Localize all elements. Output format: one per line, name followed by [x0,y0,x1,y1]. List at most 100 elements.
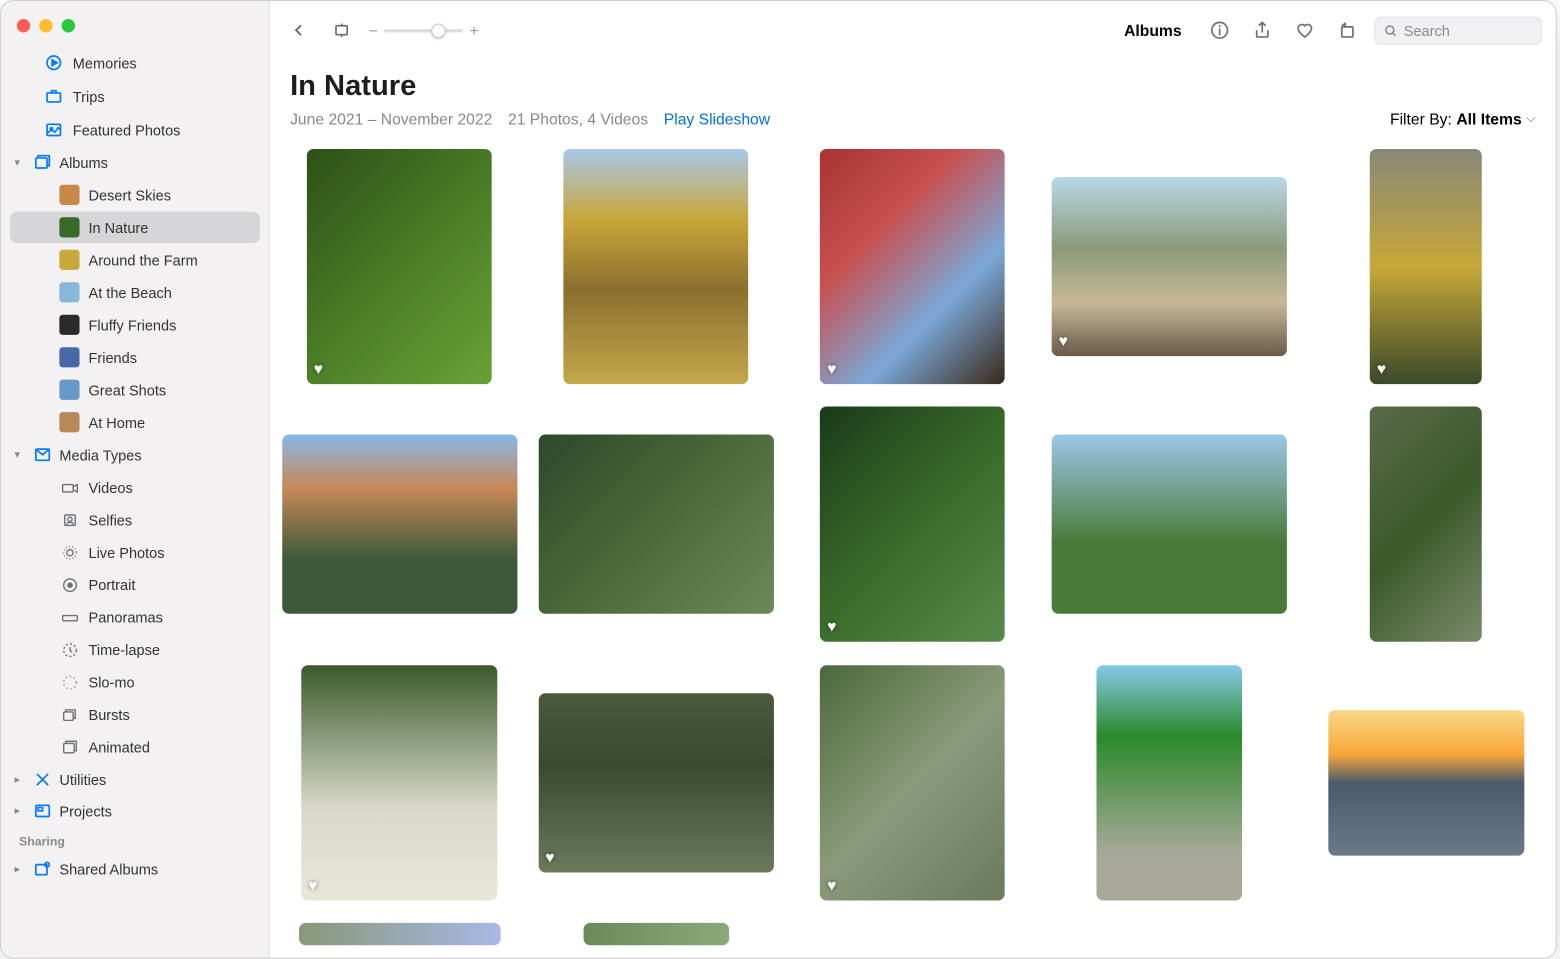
photo-thumbnail [299,923,501,945]
photo-thumbnail [1328,710,1524,856]
tools-icon [32,769,52,789]
favorite-icon: ♥ [827,360,836,378]
filter-dropdown[interactable]: Filter By: All Items ⌵ [1390,110,1536,128]
sidebar-label: Time-lapse [88,641,159,658]
sidebar-album-friends[interactable]: Friends [10,342,260,373]
sidebar-item-featured[interactable]: Featured Photos [10,114,260,145]
sidebar-media-live-photos[interactable]: Live Photos [10,536,260,567]
photo-icon [44,120,64,140]
sidebar-media-slo-mo[interactable]: Slo-mo [10,666,260,697]
photo-cell[interactable] [538,435,773,614]
favorite-button[interactable] [1289,15,1320,46]
zoom-button[interactable] [62,19,75,32]
sidebar-album-in-nature[interactable]: In Nature [10,212,260,243]
sidebar-label: Desert Skies [88,186,171,203]
sidebar-media-animated[interactable]: Animated [10,731,260,762]
sidebar-album-at-the-beach[interactable]: At the Beach [10,277,260,308]
sidebar-label: Portrait [88,576,135,593]
photo-cell[interactable]: ♥ [820,665,1005,900]
sidebar-item-trips[interactable]: Trips [10,81,260,112]
info-button[interactable] [1204,15,1235,46]
sidebar-item-memories[interactable]: Memories [10,47,260,78]
photo-cell[interactable] [1370,407,1482,642]
photo-cell[interactable]: ♥ [1370,149,1482,384]
sidebar-label: Selfies [88,511,132,528]
sidebar-group-media-types[interactable]: ▾ Media Types [1,439,269,470]
search-input[interactable] [1404,22,1532,39]
photo-thumbnail [1097,665,1243,900]
album-thumb [59,185,79,205]
photo-cell[interactable]: ♥ [1052,177,1287,356]
photo-thumbnail: ♥ [820,665,1005,900]
sidebar-album-around-the-farm[interactable]: Around the Farm [10,244,260,275]
favorite-icon: ♥ [1377,360,1386,378]
photo-thumbnail [583,923,729,945]
share-button[interactable] [1247,15,1278,46]
shared-albums-icon [32,859,52,879]
date-range: June 2021 – November 2022 [290,110,492,128]
sidebar-media-videos[interactable]: Videos [10,472,260,503]
sidebar-label: Around the Farm [88,251,197,268]
photo-cell[interactable] [1097,665,1243,900]
sidebar-media-panoramas[interactable]: Panoramas [10,601,260,632]
close-button[interactable] [17,19,30,32]
sidebar-group-label: Utilities [59,771,106,788]
search-field[interactable] [1374,16,1542,44]
toolbar-view-label[interactable]: Albums [1124,21,1182,39]
sidebar-group-albums[interactable]: ▾ Albums [1,147,269,178]
chevron-right-icon: ▸ [15,863,26,875]
zoom-slider[interactable]: − + [368,21,478,39]
projects-icon [32,801,52,821]
photo-thumbnail [564,149,749,384]
sidebar-album-great-shots[interactable]: Great Shots [10,374,260,405]
sidebar-album-fluffy-friends[interactable]: Fluffy Friends [10,309,260,340]
aspect-button[interactable] [326,15,357,46]
favorite-icon: ♥ [308,875,317,893]
item-counts: 21 Photos, 4 Videos [508,110,648,128]
zoom-plus: + [469,21,478,39]
portrait-icon [59,575,79,595]
selfies-icon [59,510,79,530]
photo-cell[interactable] [1328,710,1524,856]
photo-cell[interactable] [583,923,729,945]
photo-cell[interactable] [282,435,517,614]
play-slideshow-link[interactable]: Play Slideshow [664,110,770,128]
album-header: In Nature June 2021 – November 2022 21 P… [270,59,1556,136]
sidebar-label: Bursts [88,706,129,723]
sidebar-label: Live Photos [88,544,164,561]
photo-cell[interactable]: ♥ [538,693,773,872]
filter-value: All Items [1456,110,1521,128]
sidebar-media-selfies[interactable]: Selfies [10,504,260,535]
photo-cell[interactable]: ♥ [820,149,1005,384]
photo-cell[interactable] [564,149,749,384]
slider-track[interactable] [384,29,462,32]
sidebar-media-portrait[interactable]: Portrait [10,569,260,600]
photo-thumbnail [538,435,773,614]
sidebar-media-bursts[interactable]: Bursts [10,699,260,730]
album-thumb [59,380,79,400]
photo-thumbnail: ♥ [820,149,1005,384]
favorite-icon: ♥ [545,847,554,865]
slider-knob[interactable] [431,23,446,38]
photo-cell[interactable]: ♥ [820,407,1005,642]
sidebar-group-projects[interactable]: ▸ Projects [1,795,269,826]
toolbar: − + Albums [270,1,1556,59]
favorite-icon: ♥ [1059,332,1068,350]
photo-cell[interactable]: ♥ [307,149,492,384]
sidebar-album-desert-skies[interactable]: Desert Skies [10,179,260,210]
rotate-button[interactable] [1332,15,1363,46]
photo-cell[interactable]: ♥ [301,665,497,900]
sidebar-group-utilities[interactable]: ▸ Utilities [1,764,269,795]
sidebar-media-time-lapse[interactable]: Time-lapse [10,634,260,665]
sidebar: Memories Trips Featured Photos ▾ Albums … [1,1,270,957]
sidebar-group-label: Shared Albums [59,861,158,878]
photo-cell[interactable] [299,923,501,945]
album-thumb [59,315,79,335]
minimize-button[interactable] [39,19,52,32]
photo-cell[interactable] [1052,435,1287,614]
sidebar-label: In Nature [88,219,148,236]
sidebar-album-at-home[interactable]: At Home [10,407,260,438]
sidebar-group-shared-albums[interactable]: ▸ Shared Albums [1,853,269,884]
albums-icon [32,152,52,172]
back-button[interactable] [283,15,314,46]
